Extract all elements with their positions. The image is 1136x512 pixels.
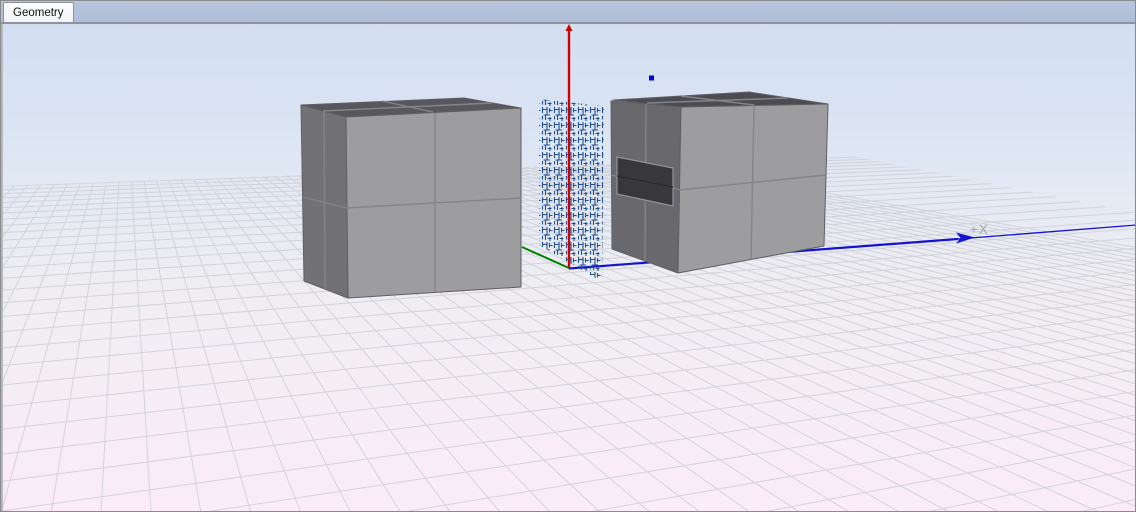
tab-geometry[interactable]: Geometry <box>3 2 74 22</box>
axis-x-label: +X <box>970 222 989 237</box>
scene-canvas: +X <box>3 24 1135 511</box>
viewport-3d[interactable]: +X <box>1 24 1136 512</box>
app-window: Geometry +X <box>0 0 1136 512</box>
mesh-plane[interactable] <box>539 99 604 282</box>
tab-bar: Geometry <box>1 1 1135 22</box>
point-marker[interactable] <box>649 76 654 81</box>
axis-z-arrow-icon <box>566 24 573 31</box>
cube-left[interactable] <box>301 98 521 298</box>
